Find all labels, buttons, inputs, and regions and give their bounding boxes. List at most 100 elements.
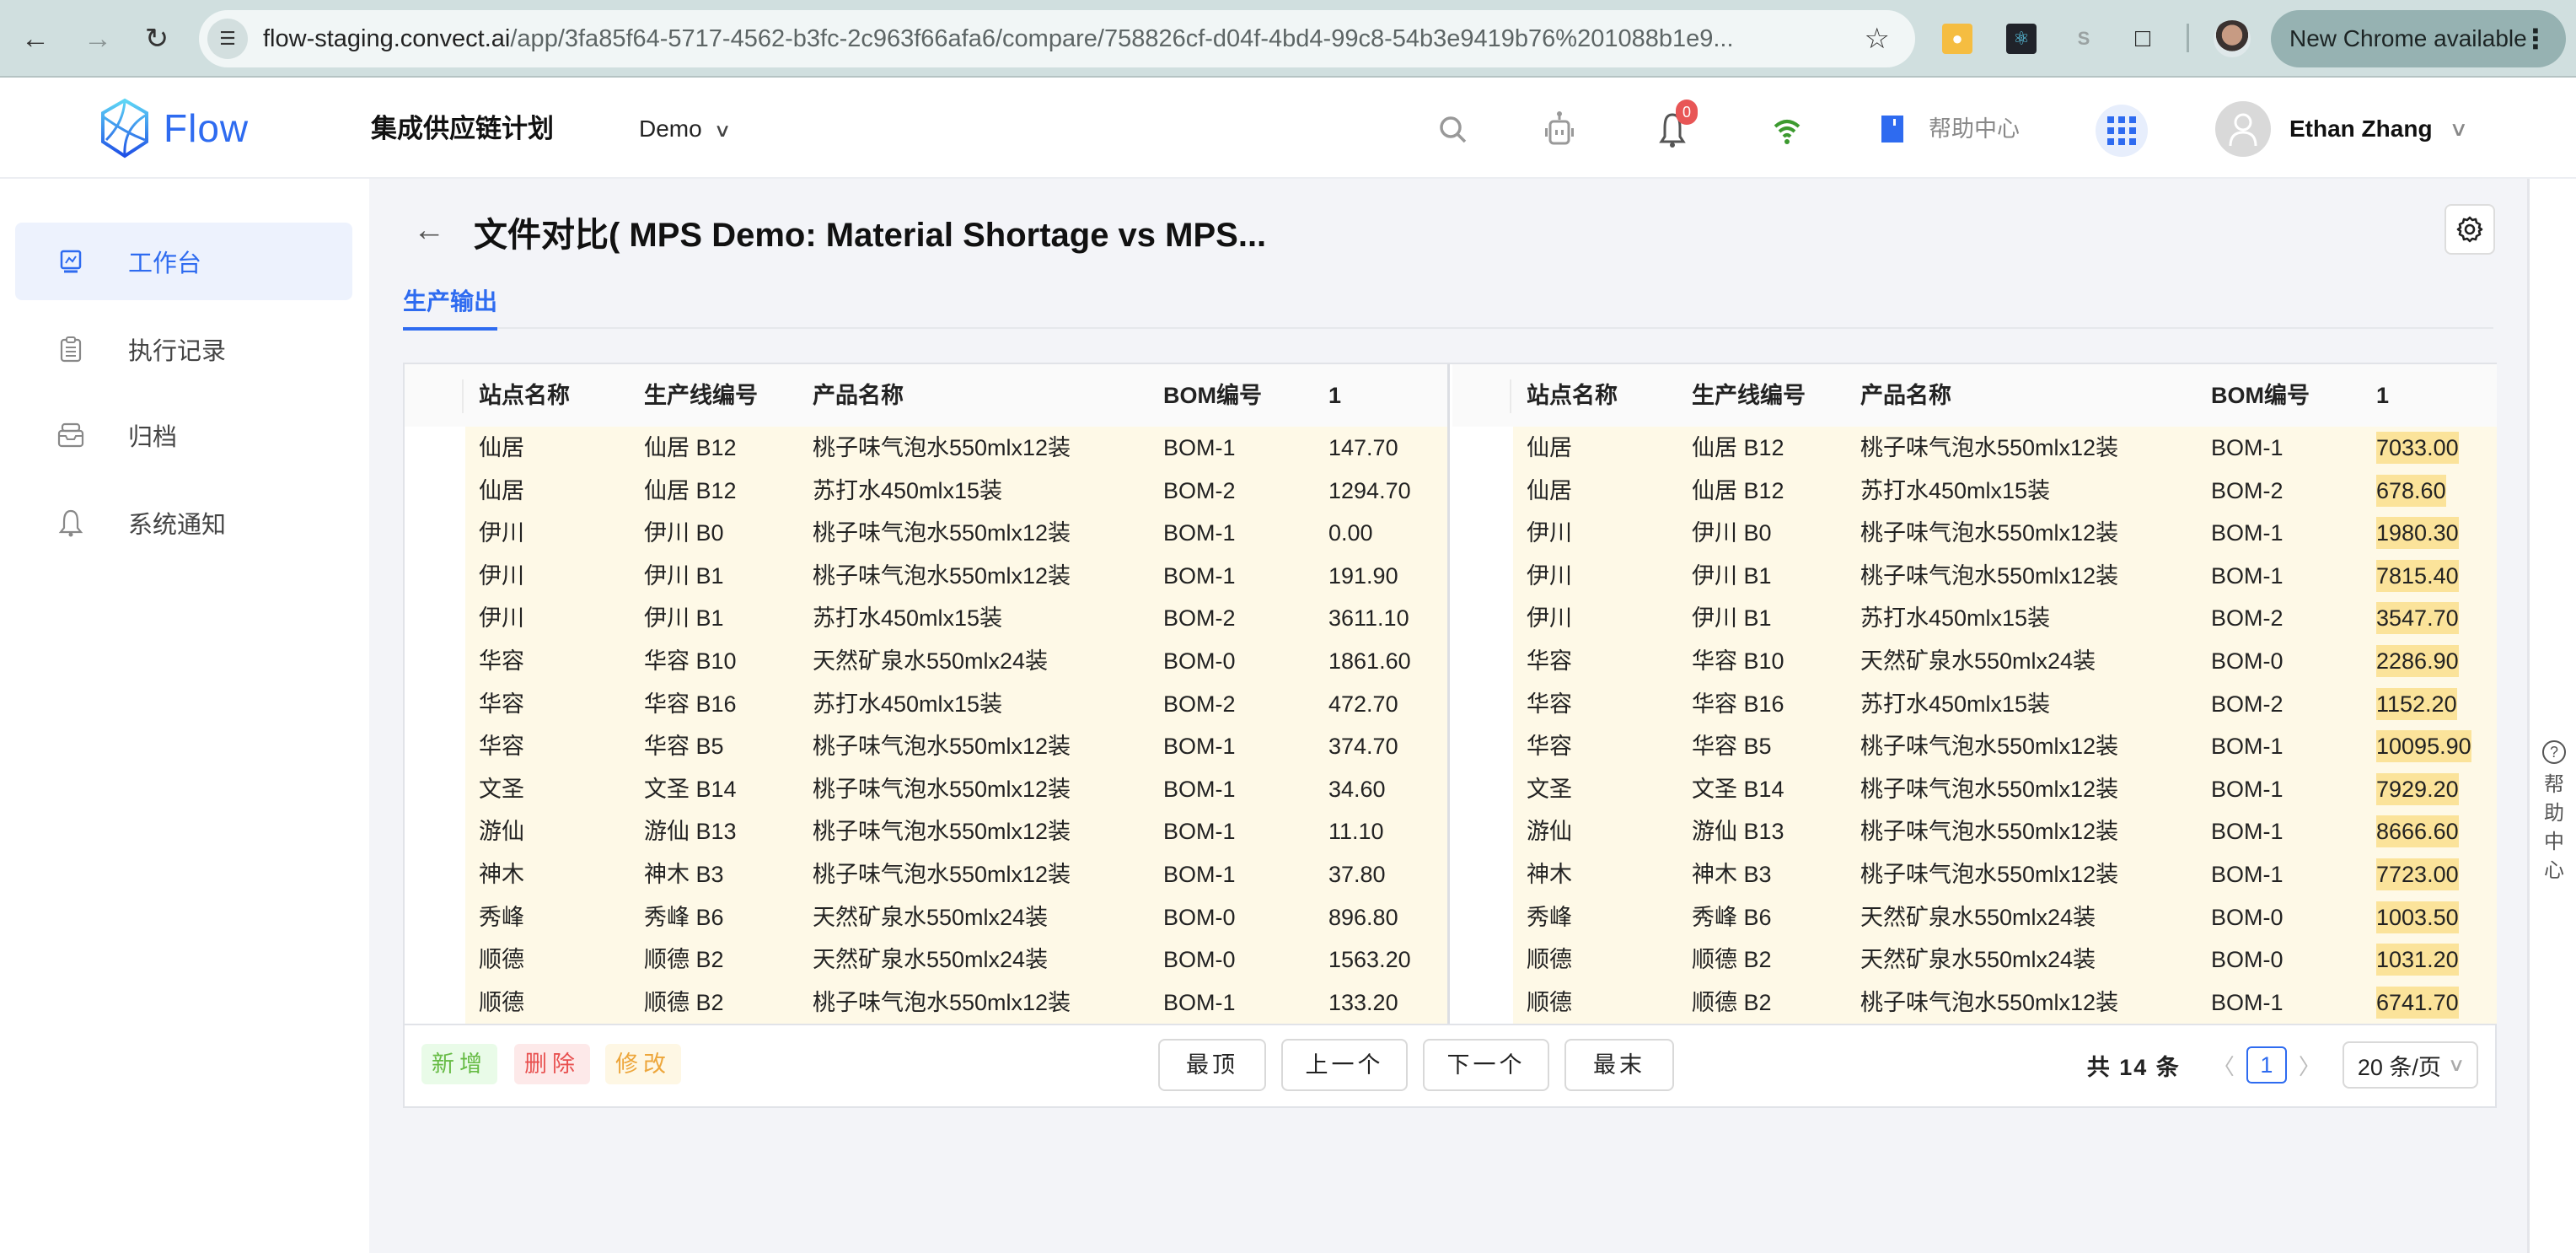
help-rail-content: ? 帮助中心 (2541, 740, 2567, 885)
table-row: 伊川 伊川 B1 桃子味气泡水550mlx12装 BOM-1 191.90 (465, 555, 1447, 598)
changed-value-highlight: 6741.70 (2376, 986, 2459, 1019)
next-page-icon[interactable]: 〉 (2299, 1050, 2321, 1081)
header-divider (462, 379, 464, 413)
flow-logo-icon (101, 98, 148, 159)
cell-value: 678.60 (2376, 470, 2446, 513)
keep-extension-icon[interactable]: ● (1942, 24, 1972, 54)
sidebar-item-execution-records[interactable]: 执行记录 (15, 310, 352, 388)
sidebar-item-workbench[interactable]: 工作台 (15, 223, 352, 300)
cell-bom-id: BOM-0 (1163, 947, 1236, 973)
cell-product-name: 天然矿泉水550mlx24装 (1860, 648, 2096, 674)
help-center-rail[interactable]: ? 帮助中心 (2527, 179, 2576, 1253)
cell-bom-id: BOM-1 (2211, 862, 2284, 887)
cell-product-name: 桃子味气泡水550mlx12装 (813, 734, 1071, 760)
cell-line-id: 顺德 B2 (644, 989, 724, 1015)
cell-site-name: 华容 (1527, 691, 1572, 717)
table-row: 顺德 顺德 B2 天然矿泉水550mlx24装 BOM-0 1563.20 (465, 938, 1447, 981)
cell-product-name: 桃子味气泡水550mlx12装 (813, 435, 1071, 460)
cell-line-id: 神木 B3 (1692, 862, 1772, 887)
help-rail-label: 帮助中心 (2544, 771, 2564, 885)
bookmark-star-icon[interactable]: ☆ (1865, 22, 1890, 56)
browser-reload-button[interactable]: ↻ (137, 19, 177, 59)
url-text[interactable]: flow-staging.convect.ai/app/3fa85f64-571… (263, 10, 1734, 67)
cell-site-name: 顺德 (1527, 947, 1572, 973)
table-row: 仙居 仙居 B12 桃子味气泡水550mlx12装 BOM-1 147.70 (465, 427, 1447, 470)
page-button-current[interactable]: 1 (2246, 1046, 2287, 1084)
sidebar-item-label: 工作台 (128, 250, 202, 277)
search-button[interactable] (1433, 110, 1473, 150)
tab-production-output[interactable]: 生产输出 (403, 278, 498, 331)
cell-value: 1031.20 (2376, 938, 2459, 981)
new-chrome-available-button[interactable]: New Chrome available ⋮ (2271, 10, 2566, 67)
prev-page-icon[interactable]: 〈 (2213, 1050, 2235, 1081)
cell-line-id: 伊川 B1 (1692, 562, 1772, 589)
previous-diff-button[interactable]: 上一个 (1281, 1039, 1408, 1091)
bell-icon (57, 509, 84, 537)
cell-value: 1563.20 (1328, 947, 1411, 973)
cell-line-id: 游仙 B13 (1692, 819, 1784, 845)
cell-line-id: 仙居 B12 (644, 435, 737, 460)
notifications-button[interactable]: 0 (1652, 99, 1698, 150)
cell-product-name: 桃子味气泡水550mlx12装 (1860, 819, 2119, 845)
user-menu[interactable]: Ethan Zhang ∨ (2215, 101, 2468, 157)
assistant-button[interactable] (1539, 110, 1580, 150)
profile-avatar[interactable] (2214, 20, 2251, 57)
url-host: flow-staging.convect.ai (263, 25, 511, 52)
help-rail-char: 帮 (2544, 773, 2564, 796)
cell-bom-id: BOM-0 (1163, 648, 1236, 674)
browser-back-button[interactable]: ← (15, 19, 56, 59)
sidebar-item-system-notifications[interactable]: 系统通知 (15, 484, 352, 562)
browser-forward-button[interactable]: → (78, 19, 118, 59)
app-launcher-button[interactable] (2096, 105, 2148, 157)
extensions-puzzle-icon[interactable]: □ (2128, 24, 2158, 54)
react-devtools-extension-icon[interactable]: ⚛ (2006, 24, 2037, 54)
cell-line-id: 秀峰 B6 (644, 904, 724, 930)
sidebar-item-label: 执行记录 (128, 338, 227, 365)
changed-value-highlight: 7723.00 (2376, 858, 2459, 890)
logo-text: Flow (164, 106, 250, 150)
site-info-icon[interactable]: ☰ (207, 19, 248, 59)
help-center-link[interactable]: 帮助中心 (1881, 79, 2020, 179)
first-diff-button[interactable]: 最顶 (1158, 1039, 1266, 1091)
last-diff-button[interactable]: 最末 (1564, 1039, 1674, 1091)
help-rail-char: 心 (2544, 859, 2564, 882)
cell-value: 147.70 (1328, 435, 1398, 460)
column-header-product-name: 产品名称 (813, 383, 904, 408)
cell-product-name: 桃子味气泡水550mlx12装 (813, 989, 1071, 1015)
flow-logo[interactable]: Flow (98, 96, 249, 160)
cell-site-name: 顺德 (1527, 989, 1572, 1015)
tab-label: 生产输出 (403, 288, 498, 315)
connection-status[interactable] (1767, 110, 1807, 150)
sidebar-item-archive[interactable]: 归档 (15, 396, 352, 474)
grid-dot (2129, 116, 2136, 123)
cell-bom-id: BOM-1 (2211, 562, 2284, 589)
cell-product-name: 桃子味气泡水550mlx12装 (1860, 520, 2119, 546)
workspace-label: Demo (639, 116, 702, 142)
next-diff-button[interactable]: 下一个 (1423, 1039, 1549, 1091)
shopify-extension-icon[interactable]: S (2069, 24, 2099, 54)
cell-product-name: 天然矿泉水550mlx24装 (813, 648, 1049, 674)
page-size-select[interactable]: 20 条/页 ∨ (2342, 1041, 2478, 1089)
address-bar[interactable]: ☰ flow-staging.convect.ai/app/3fa85f64-5… (199, 10, 1915, 67)
settings-button[interactable] (2445, 204, 2495, 255)
table-row: 华容 华容 B10 天然矿泉水550mlx24装 BOM-0 2286.90 (1513, 640, 2497, 683)
kebab-menu-icon: ⋮ (2522, 24, 2549, 54)
help-rail-char: 中 (2544, 831, 2564, 853)
back-button[interactable]: ← (413, 212, 445, 249)
cell-product-name: 苏打水450mlx15装 (813, 477, 1003, 503)
table-row: 秀峰 秀峰 B6 天然矿泉水550mlx24装 BOM-0 896.80 (465, 896, 1447, 939)
cell-value: 191.90 (1328, 562, 1398, 589)
cell-product-name: 桃子味气泡水550mlx12装 (1860, 435, 2119, 460)
workspace-selector[interactable]: Demo ∨ (639, 79, 731, 180)
table-row: 华容 华容 B10 天然矿泉水550mlx24装 BOM-0 1861.60 (465, 640, 1447, 683)
cell-line-id: 伊川 B1 (644, 605, 724, 632)
cell-bom-id: BOM-0 (2211, 947, 2284, 973)
cell-bom-id: BOM-1 (2211, 776, 2284, 802)
cell-bom-id: BOM-0 (2211, 904, 2284, 930)
cell-bom-id: BOM-1 (1163, 435, 1236, 460)
cell-product-name: 桃子味气泡水550mlx12装 (813, 520, 1071, 546)
cell-value: 7929.20 (2376, 768, 2459, 811)
grid-dot (2107, 127, 2114, 134)
cell-bom-id: BOM-1 (1163, 989, 1236, 1015)
cell-site-name: 华容 (479, 734, 524, 760)
